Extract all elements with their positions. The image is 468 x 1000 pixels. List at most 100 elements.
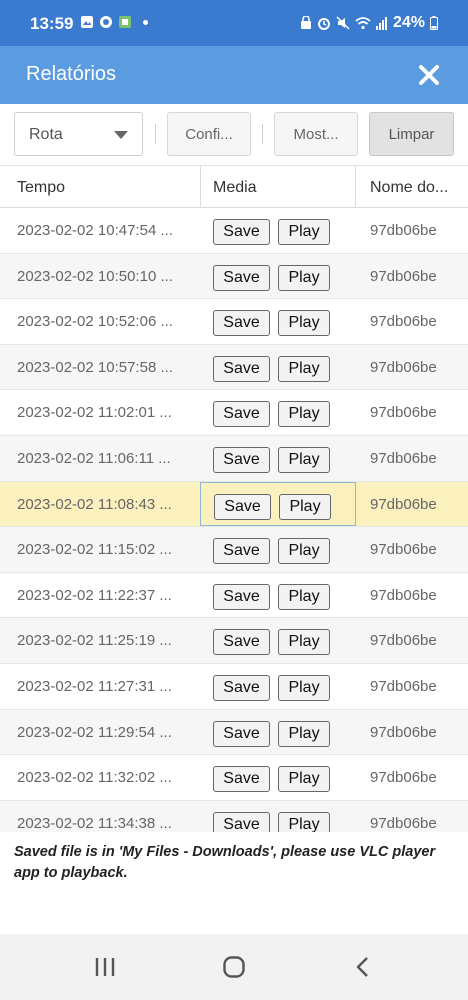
recents-icon	[95, 958, 115, 976]
cell-time: 2023-02-02 11:34:38 ...	[17, 814, 172, 832]
table-row[interactable]: 2023-02-02 11:34:38 ... Save Play 97db06be	[0, 800, 468, 832]
cell-time: 2023-02-02 11:06:11 ...	[17, 450, 171, 467]
save-button[interactable]: Save	[213, 629, 270, 656]
save-button[interactable]: Save	[213, 401, 270, 428]
cell-name: 97db06be	[370, 267, 437, 285]
cell-media: Save Play	[200, 710, 356, 755]
table-row[interactable]: 2023-02-02 11:29:54 ... Save Play 97db06be	[0, 709, 468, 756]
play-button[interactable]: Play	[278, 766, 330, 793]
home-button[interactable]	[214, 952, 254, 982]
table-row[interactable]: 2023-02-02 11:25:19 ... Save Play 97db06be	[0, 618, 468, 664]
back-button[interactable]	[343, 952, 383, 982]
table-header: Tempo Media Nome do...	[0, 166, 468, 208]
table-row[interactable]: 2023-02-02 10:57:58 ... Save Play 97db06be	[0, 344, 468, 391]
column-header-name[interactable]: Nome do...	[370, 179, 448, 197]
save-button[interactable]: Save	[213, 811, 270, 832]
play-button[interactable]: Play	[279, 493, 331, 520]
column-divider	[355, 166, 356, 208]
table-row[interactable]: 2023-02-02 11:15:02 ... Save Play 97db06be	[0, 527, 468, 573]
save-button[interactable]: Save	[214, 493, 271, 520]
cell-name: 97db06be	[370, 404, 437, 422]
save-button[interactable]: Save	[213, 264, 270, 291]
cell-time: 2023-02-02 11:27:31 ...	[17, 678, 172, 695]
close-icon	[419, 65, 439, 85]
column-header-time[interactable]: Tempo	[17, 179, 65, 197]
cell-media: Save Play	[200, 527, 356, 572]
save-button[interactable]: Save	[213, 219, 270, 245]
toolbar-divider	[155, 124, 156, 144]
play-button[interactable]: Play	[278, 538, 330, 565]
play-button[interactable]: Play	[278, 447, 330, 473]
cell-name: 97db06be	[370, 678, 437, 695]
table-row[interactable]: 2023-02-02 10:47:54 ... Save Play 97db06be	[0, 208, 468, 254]
play-button[interactable]: Play	[278, 629, 330, 656]
toolbar-divider	[262, 124, 263, 144]
route-select[interactable]: Rota	[14, 112, 143, 156]
cell-name: 97db06be	[370, 495, 437, 513]
play-button[interactable]: Play	[278, 355, 330, 382]
save-button[interactable]: Save	[213, 720, 270, 747]
play-button[interactable]: Play	[278, 675, 330, 701]
table-row[interactable]: 2023-02-02 11:32:02 ... Save Play 97db06be	[0, 755, 468, 801]
table-row[interactable]: 2023-02-02 11:27:31 ... Save Play 97db06be	[0, 664, 468, 710]
navigation-bar	[0, 934, 468, 1000]
alarm-icon	[317, 18, 330, 30]
report-table-body[interactable]: 2023-02-02 10:47:54 ... Save Play 97db06be 2…	[0, 208, 468, 832]
page-title: Relatórios	[26, 63, 117, 85]
column-header-media[interactable]: Media	[213, 179, 257, 197]
show-button[interactable]: Most...	[274, 112, 358, 156]
status-bar: 13:59 24%	[0, 0, 468, 46]
play-button[interactable]: Play	[278, 811, 330, 832]
wifi-icon	[355, 17, 371, 30]
toolbar: Rota Confi... Most... Limpar	[0, 104, 468, 166]
play-button[interactable]: Play	[278, 219, 330, 245]
cell-name: 97db06be	[370, 313, 437, 331]
cell-name: 97db06be	[370, 723, 437, 741]
table-row[interactable]: 2023-02-02 11:08:43 ... Save Play 97db06be	[0, 481, 468, 528]
cell-media: Save Play	[200, 801, 356, 832]
save-button[interactable]: Save	[213, 583, 270, 610]
table-row[interactable]: 2023-02-02 11:02:01 ... Save Play 97db06be	[0, 390, 468, 436]
cell-time: 2023-02-02 10:52:06 ...	[17, 313, 173, 331]
battery-percent: 24%	[392, 14, 425, 31]
route-select-value: Rota	[29, 126, 63, 143]
back-icon	[356, 957, 368, 977]
play-button[interactable]: Play	[278, 264, 330, 291]
save-button[interactable]: Save	[213, 766, 270, 793]
cell-time: 2023-02-02 11:32:02 ...	[17, 769, 172, 787]
save-button[interactable]: Save	[213, 538, 270, 565]
close-button[interactable]	[412, 58, 446, 92]
cell-time: 2023-02-02 10:57:58 ...	[17, 358, 173, 376]
play-button[interactable]: Play	[278, 401, 330, 428]
clear-button[interactable]: Limpar	[369, 112, 454, 156]
save-button[interactable]: Save	[213, 675, 270, 701]
app-notification-icon	[119, 16, 131, 28]
gallery-icon	[81, 16, 93, 28]
cell-name: 97db06be	[370, 450, 437, 467]
recents-button[interactable]	[85, 952, 125, 982]
play-button[interactable]: Play	[278, 583, 330, 610]
table-row[interactable]: 2023-02-02 11:22:37 ... Save Play 97db06be	[0, 572, 468, 619]
cell-media: Save Play	[200, 618, 356, 663]
cell-time: 2023-02-02 11:08:43 ...	[17, 495, 172, 513]
cell-name: 97db06be	[370, 358, 437, 376]
save-button[interactable]: Save	[213, 355, 270, 382]
status-time: 13:59	[30, 14, 74, 33]
app-header: Relatórios	[0, 46, 468, 104]
mute-icon	[336, 16, 350, 30]
cell-time: 2023-02-02 11:25:19 ...	[17, 632, 172, 650]
cell-name: 97db06be	[370, 632, 437, 650]
cell-time: 2023-02-02 11:02:01 ...	[17, 404, 172, 422]
cell-name: 97db06be	[370, 222, 437, 239]
config-button[interactable]: Confi...	[167, 112, 251, 156]
play-button[interactable]: Play	[278, 720, 330, 747]
play-button[interactable]: Play	[278, 310, 330, 337]
table-row[interactable]: 2023-02-02 11:06:11 ... Save Play 97db06be	[0, 436, 468, 482]
table-row[interactable]: 2023-02-02 10:50:10 ... Save Play 97db06be	[0, 253, 468, 300]
cell-time: 2023-02-02 10:50:10 ...	[17, 267, 173, 285]
save-button[interactable]: Save	[213, 447, 270, 473]
cell-time: 2023-02-02 10:47:54 ...	[17, 222, 173, 239]
notification-dot-icon	[143, 19, 148, 25]
save-button[interactable]: Save	[213, 310, 270, 337]
table-row[interactable]: 2023-02-02 10:52:06 ... Save Play 97db06be	[0, 299, 468, 345]
